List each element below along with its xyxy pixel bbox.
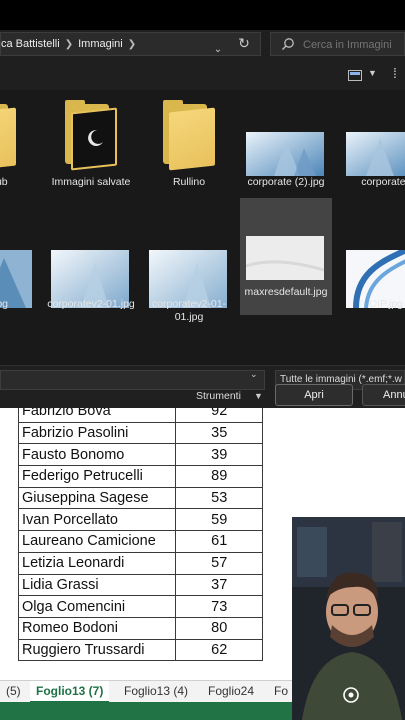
breadcrumb-item[interactable]: Immagini	[78, 33, 123, 55]
cell-name[interactable]: Giuseppina Sagese	[17, 486, 177, 510]
image-thumbnail	[0, 220, 40, 308]
table-row: Lidia Grassi 37	[17, 573, 263, 597]
image-file-item-selected[interactable]: maxresdefault.jpg	[240, 198, 332, 315]
cell-value[interactable]: 37	[175, 573, 263, 597]
chevron-right-icon: ❯	[64, 39, 74, 50]
file-grid: Hub Immagini salvate Rullino	[0, 90, 405, 365]
sheet-tab-active[interactable]: Foglio13 (7)	[30, 681, 110, 703]
record-logo-icon	[343, 687, 359, 703]
folder-item[interactable]: Hub	[0, 98, 44, 208]
cell-value[interactable]: 39	[175, 443, 263, 467]
file-open-dialog: ca Battistelli ❯ Immagini ❯ ⌄ ↻ ▼ ⁞ Hub	[0, 30, 405, 408]
image-file-item[interactable]: OIP.jpg	[340, 220, 405, 342]
cell-value[interactable]: 35	[175, 421, 263, 445]
cell-name[interactable]: Olga Comencini	[17, 595, 177, 618]
maxresdefault-image-thumbnail	[246, 236, 324, 280]
cell-value[interactable]: 59	[175, 508, 263, 532]
table-row: Fausto Bonomo 39	[17, 443, 263, 467]
image-thumbnail	[340, 98, 405, 176]
cell-name[interactable]: Lidia Grassi	[17, 573, 177, 597]
file-label: corporatev2-01.jpg	[47, 298, 135, 310]
cell-value[interactable]: 73	[175, 595, 263, 618]
search-icon	[282, 38, 294, 50]
cell-value[interactable]: 80	[175, 616, 263, 640]
sheet-tab[interactable]: Fo	[268, 681, 294, 703]
table-row: Fabrizio Pasolini 35	[17, 421, 263, 445]
image-thumbnail	[340, 220, 405, 308]
chevron-down-icon[interactable]: ▼	[254, 387, 263, 405]
cell-name[interactable]: Federigo Petrucelli	[17, 465, 177, 488]
sheet-tab[interactable]: (5)	[0, 681, 27, 703]
folder-icon	[0, 98, 44, 172]
folder-icon	[45, 98, 137, 172]
file-label: OIP.jpg	[369, 298, 403, 310]
corporate-image-thumbnail	[346, 132, 405, 176]
data-table: Fabrizio Bova 92 Fabrizio Pasolini 35 Faus…	[17, 400, 263, 662]
table-row: Romeo Bodoni 80	[17, 616, 263, 640]
more-options-icon[interactable]: ⁞	[393, 65, 397, 81]
corporate-image-thumbnail	[246, 132, 324, 176]
image-file-item[interactable]: v2.jpg	[0, 220, 40, 342]
table-row: Federigo Petrucelli 89	[17, 465, 263, 488]
table-row: Olga Comencini 73	[17, 595, 263, 618]
search-input[interactable]	[303, 36, 403, 53]
table-row: Laureano Camicione 61	[17, 530, 263, 553]
moon-icon	[88, 129, 103, 146]
cell-name[interactable]: Letizia Leonardi	[17, 551, 177, 575]
folder-item[interactable]: Immagini salvate	[45, 98, 137, 208]
open-button[interactable]: Apri	[275, 384, 353, 406]
table-row: Ruggiero Trussardi 62	[17, 638, 263, 662]
cell-name[interactable]: Fausto Bonomo	[17, 443, 177, 467]
cell-value[interactable]: 62	[175, 638, 263, 662]
search-box[interactable]	[270, 32, 405, 56]
chevron-down-icon[interactable]: ⌄	[250, 369, 258, 380]
tools-button[interactable]: Strumenti	[196, 387, 241, 405]
file-label: Immagini salvate	[51, 176, 131, 188]
table-row: Letizia Leonardi 57	[17, 551, 263, 575]
breadcrumb[interactable]: ca Battistelli ❯ Immagini ❯ ⌄	[0, 32, 261, 56]
view-toolbar: ▼ ⁞	[0, 60, 405, 90]
dialog-footer: ⌄ Tutte le immagini (*.emf;*.w Strumenti…	[0, 365, 405, 408]
chevron-down-icon[interactable]: ⌄	[211, 39, 225, 55]
refresh-icon[interactable]: ↻	[236, 35, 252, 51]
cell-name[interactable]: Ivan Porcellato	[17, 508, 177, 532]
file-label: maxresdefault.jpg	[244, 286, 328, 298]
image-thumbnail	[143, 220, 235, 308]
cell-value[interactable]: 53	[175, 486, 263, 510]
cell-value[interactable]: 89	[175, 465, 263, 488]
image-thumbnail	[240, 98, 332, 176]
table-row: Giuseppina Sagese 53	[17, 486, 263, 510]
folder-item[interactable]: Rullino	[143, 98, 235, 208]
cell-value[interactable]: 61	[175, 530, 263, 553]
image-file-item[interactable]: corporate.j	[340, 98, 405, 208]
sheet-tab[interactable]: Foglio13 (4)	[118, 681, 194, 703]
chevron-right-icon: ❯	[127, 39, 137, 50]
image-file-item[interactable]: corporatev2-01.jpg	[45, 220, 137, 342]
file-label: corporatev2-01-01.jpg	[151, 298, 227, 323]
view-mode-icon[interactable]	[348, 70, 362, 81]
file-label: corporate (2).jpg	[247, 176, 325, 188]
cell-value[interactable]: 57	[175, 551, 263, 575]
file-label: corporate.j	[361, 176, 405, 188]
sheet-tab[interactable]: Foglio24	[202, 681, 260, 703]
chevron-down-icon[interactable]: ▼	[368, 68, 377, 78]
address-bar: ca Battistelli ❯ Immagini ❯ ⌄ ↻	[0, 30, 405, 58]
cell-name[interactable]: Romeo Bodoni	[17, 616, 177, 640]
breadcrumb-item[interactable]: ca Battistelli	[1, 33, 60, 55]
image-file-item[interactable]: corporatev2-01-01.jpg	[143, 220, 235, 342]
image-thumbnail	[240, 198, 332, 280]
cell-name[interactable]: Laureano Camicione	[17, 530, 177, 553]
table-row: Ivan Porcellato 59	[17, 508, 263, 532]
image-thumbnail	[45, 220, 137, 308]
file-label: v2.jpg	[0, 298, 9, 310]
cell-name[interactable]: Fabrizio Pasolini	[17, 421, 177, 445]
folder-icon	[143, 98, 235, 172]
file-label: Rullino	[172, 176, 206, 188]
cell-name[interactable]: Ruggiero Trussardi	[17, 638, 177, 662]
cancel-button[interactable]: Annulla	[362, 384, 405, 406]
image-file-item[interactable]: corporate (2).jpg	[240, 98, 332, 208]
